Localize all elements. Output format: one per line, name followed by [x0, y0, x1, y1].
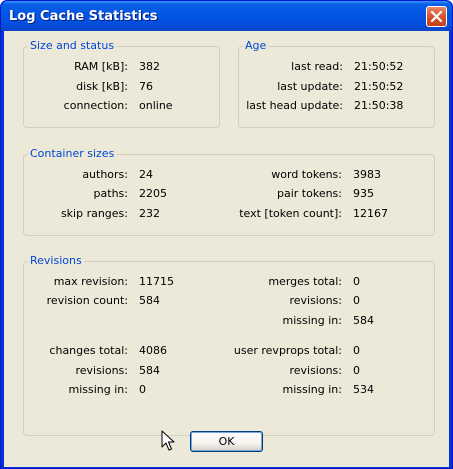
- age-legend: Age: [243, 39, 269, 52]
- changes-revisions-value: 584: [139, 364, 160, 377]
- merges-missing-value: 584: [353, 314, 374, 327]
- dialog-body: Size and status RAM [kB]: 382 disk [kB]:…: [4, 31, 449, 467]
- pair-tokens-value: 935: [353, 187, 374, 200]
- user-revprops-revisions-value: 0: [353, 364, 360, 377]
- last-head-update-value: 21:50:38: [354, 99, 404, 112]
- changes-total-label: changes total:: [49, 344, 128, 357]
- word-tokens-value: 3983: [353, 168, 381, 181]
- text-token-count-label: text [token count]:: [239, 207, 342, 220]
- last-head-update-label: last head update:: [246, 99, 343, 112]
- merges-total-label: merges total:: [268, 275, 342, 288]
- last-read-label: last read:: [291, 60, 343, 73]
- user-revprops-total-value: 0: [353, 344, 360, 357]
- merges-missing-label: missing in:: [282, 314, 342, 327]
- last-read-value: 21:50:52: [354, 60, 404, 73]
- window-title: Log Cache Statistics: [9, 9, 158, 24]
- last-update-value: 21:50:52: [354, 80, 404, 93]
- ram-label: RAM [kB]:: [74, 60, 128, 73]
- last-update-label: last update:: [277, 80, 343, 93]
- skip-ranges-label: skip ranges:: [60, 207, 128, 220]
- close-button[interactable]: [426, 6, 447, 27]
- title-bar[interactable]: Log Cache Statistics: [1, 1, 452, 31]
- user-revprops-total-label: user revprops total:: [233, 344, 342, 357]
- ram-value: 382: [139, 60, 160, 73]
- merges-revisions-value: 0: [353, 294, 360, 307]
- user-revprops-revisions-label: revisions:: [289, 364, 342, 377]
- container-sizes-legend: Container sizes: [28, 147, 117, 160]
- revision-count-value: 584: [139, 294, 160, 307]
- paths-value: 2205: [139, 187, 167, 200]
- container-sizes-group: Container sizes authors: 24 paths: 2205 …: [23, 147, 435, 236]
- mouse-pointer-icon: [161, 430, 175, 451]
- revisions-legend: Revisions: [28, 254, 84, 267]
- changes-missing-value: 0: [139, 383, 146, 396]
- close-icon: [430, 10, 443, 23]
- word-tokens-label: word tokens:: [271, 168, 342, 181]
- max-revision-value: 11715: [139, 275, 174, 288]
- disk-label: disk [kB]:: [76, 80, 128, 93]
- max-revision-label: max revision:: [53, 275, 128, 288]
- size-status-group: Size and status RAM [kB]: 382 disk [kB]:…: [23, 39, 220, 128]
- user-revprops-missing-label: missing in:: [282, 383, 342, 396]
- revision-count-label: revision count:: [46, 294, 128, 307]
- text-token-count-value: 12167: [353, 207, 388, 220]
- age-group: Age last read: 21:50:52 last update: 21:…: [238, 39, 435, 128]
- changes-missing-label: missing in:: [68, 383, 128, 396]
- merges-total-value: 0: [353, 275, 360, 288]
- paths-label: paths:: [93, 187, 128, 200]
- size-status-legend: Size and status: [28, 39, 117, 52]
- merges-revisions-label: revisions:: [289, 294, 342, 307]
- connection-label: connection:: [63, 99, 128, 112]
- pair-tokens-label: pair tokens:: [277, 187, 342, 200]
- authors-value: 24: [139, 168, 153, 181]
- dialog-window: Log Cache Statistics Size and status RAM…: [0, 0, 453, 469]
- changes-revisions-label: revisions:: [75, 364, 128, 377]
- revisions-group: Revisions max revision: 11715 revision c…: [23, 254, 435, 436]
- connection-value: online: [139, 99, 173, 112]
- skip-ranges-value: 232: [139, 207, 160, 220]
- ok-button[interactable]: OK: [190, 431, 263, 452]
- user-revprops-missing-value: 534: [353, 383, 374, 396]
- disk-value: 76: [139, 80, 153, 93]
- authors-label: authors:: [82, 168, 128, 181]
- changes-total-value: 4086: [139, 344, 167, 357]
